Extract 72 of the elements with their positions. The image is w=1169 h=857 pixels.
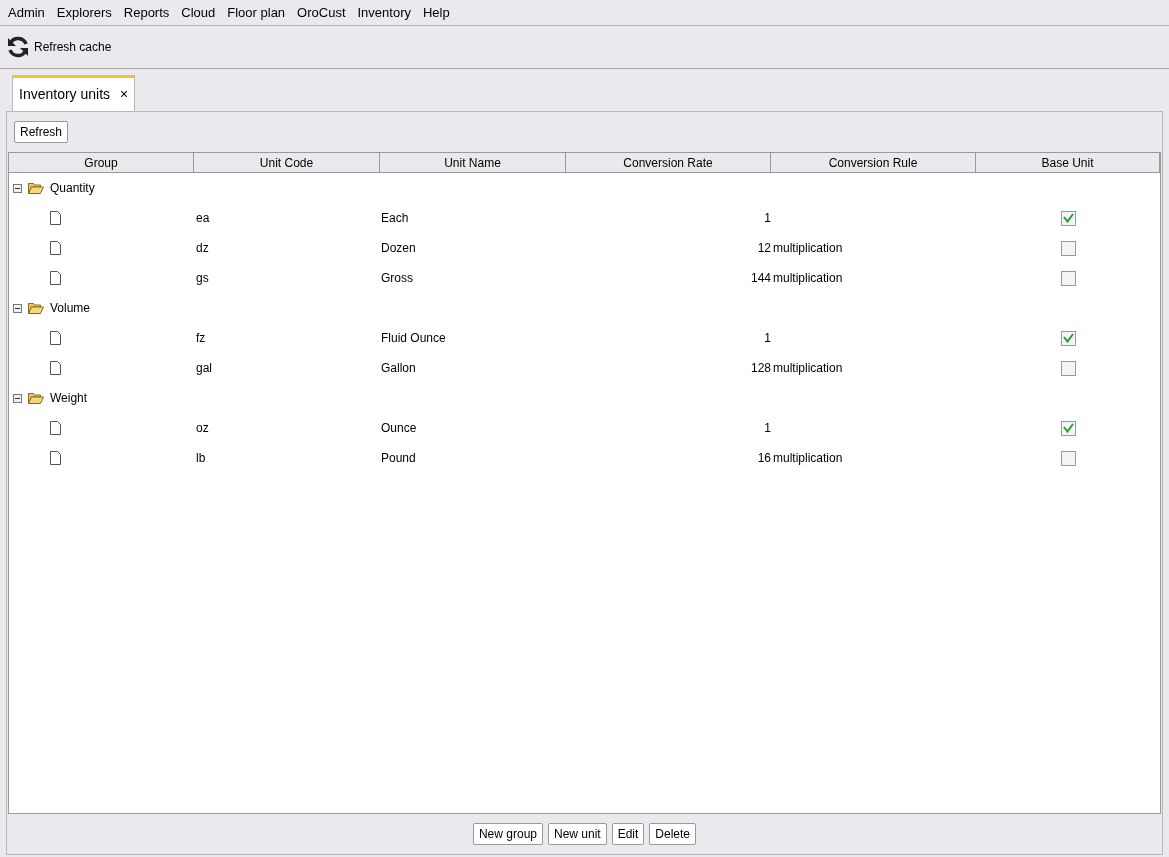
- document-icon: [50, 211, 61, 225]
- collapse-icon[interactable]: [13, 183, 22, 193]
- checkbox[interactable]: [1060, 330, 1076, 346]
- table-cell-text: 1: [764, 330, 771, 347]
- action-button[interactable]: New unit: [548, 823, 607, 845]
- table-cell-text: lb: [195, 450, 207, 467]
- folder-icon: [28, 302, 44, 314]
- table-cell-text: 16: [757, 450, 771, 467]
- table-cell-text: 144: [750, 270, 771, 287]
- checkbox[interactable]: [1060, 360, 1076, 376]
- document-icon: [50, 241, 61, 255]
- table-cell: multiplication: [773, 241, 843, 255]
- menu-item[interactable]: Admin: [2, 2, 51, 23]
- document-icon: [50, 271, 61, 285]
- menu-item[interactable]: Reports: [117, 2, 176, 23]
- table-cell-text: Dozen: [380, 240, 417, 257]
- column-header[interactable]: Group: [9, 153, 194, 173]
- document-icon: [50, 451, 61, 465]
- collapse-icon[interactable]: [13, 303, 22, 313]
- table-cell-text: 1: [764, 420, 771, 437]
- group-name[interactable]: Weight: [50, 389, 88, 407]
- menu-item[interactable]: Explorers: [50, 2, 118, 23]
- refresh-button[interactable]: Refresh: [14, 121, 69, 143]
- table-cell-text: Each: [380, 210, 410, 227]
- group-name[interactable]: Quantity: [50, 179, 95, 197]
- table-cell-text: Fluid Ounce: [380, 330, 447, 347]
- menu-item[interactable]: Inventory: [351, 2, 417, 23]
- checkbox[interactable]: [1060, 450, 1076, 466]
- menu-item[interactable]: Cloud: [175, 2, 222, 23]
- checkbox[interactable]: [1060, 270, 1076, 286]
- table-cell-text: gs: [195, 270, 210, 287]
- folder-icon: [28, 392, 44, 404]
- table-cell: multiplication: [773, 361, 843, 375]
- document-icon: [50, 361, 61, 375]
- table-cell-text: ea: [195, 210, 211, 227]
- document-icon: [50, 331, 61, 345]
- column-header[interactable]: Base Unit: [976, 153, 1160, 173]
- checkbox[interactable]: [1060, 420, 1076, 436]
- table-cell-text: gal: [195, 360, 213, 377]
- column-header[interactable]: Conversion Rate: [566, 153, 771, 173]
- collapse-icon[interactable]: [13, 393, 22, 403]
- group-name[interactable]: Volume: [50, 299, 91, 317]
- menu-item[interactable]: Help: [417, 2, 456, 23]
- column-header[interactable]: Conversion Rule: [771, 153, 976, 173]
- table-cell-text: fz: [195, 330, 207, 347]
- action-button[interactable]: Delete: [649, 823, 697, 845]
- document-icon: [50, 421, 61, 435]
- table-cell: multiplication: [773, 451, 843, 465]
- table-cell-text: oz: [195, 420, 210, 437]
- refresh-cache-button[interactable]: Refresh cache: [6, 35, 112, 59]
- folder-icon: [28, 182, 44, 194]
- table-cell-text: Gallon: [380, 360, 417, 377]
- tab-label: Inventory units: [19, 85, 111, 104]
- checkbox[interactable]: [1060, 240, 1076, 256]
- table-cell: multiplication: [773, 271, 843, 285]
- tab[interactable]: Inventory units ×: [12, 75, 136, 111]
- menu-item[interactable]: OroCust: [291, 2, 352, 23]
- close-button[interactable]: ×: [120, 84, 129, 105]
- checkbox[interactable]: [1060, 210, 1076, 226]
- table-cell-text: 128: [750, 360, 771, 377]
- menu-item[interactable]: Floor plan: [221, 2, 292, 23]
- table-cell-text: dz: [195, 240, 210, 257]
- table-cell-text: Pound: [380, 450, 417, 467]
- action-button[interactable]: Edit: [611, 823, 645, 845]
- table-cell-text: Gross: [380, 270, 414, 287]
- table-cell-text: Ounce: [380, 420, 418, 437]
- column-header[interactable]: Unit Code: [194, 153, 380, 173]
- table-cell-text: 1: [764, 210, 771, 227]
- refresh-icon: [6, 35, 30, 59]
- column-header[interactable]: Unit Name: [380, 153, 566, 173]
- table-cell-text: 12: [757, 240, 771, 257]
- action-button[interactable]: New group: [472, 823, 543, 845]
